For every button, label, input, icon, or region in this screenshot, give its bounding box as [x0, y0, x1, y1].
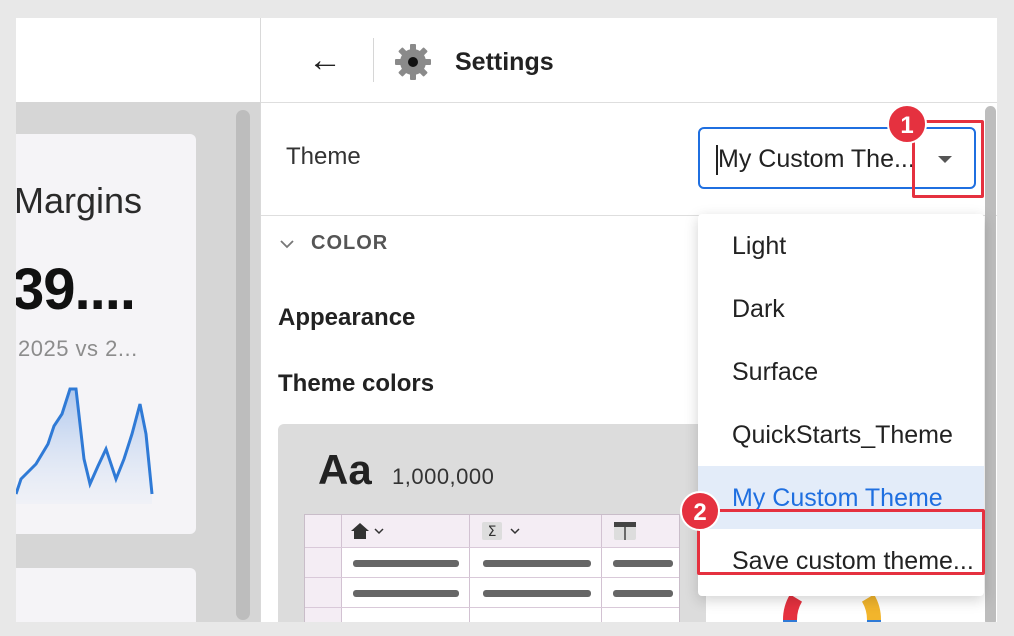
callout-badge-1: 1: [887, 104, 927, 144]
dashboard-canvas: Margins 39.... 2025 vs 2...: [16, 102, 260, 622]
theme-option-light[interactable]: Light: [698, 214, 984, 277]
appearance-label: Appearance: [278, 304, 416, 331]
settings-scrollbar[interactable]: [985, 106, 996, 622]
kpi-comparison: 2025 vs 2...: [18, 336, 138, 361]
preview-font-sample: Aa: [318, 446, 372, 493]
preview-cell-bar: [353, 590, 459, 597]
svg-text:Σ: Σ: [488, 524, 497, 540]
kpi-card[interactable]: Margins 39.... 2025 vs 2...: [16, 134, 196, 534]
settings-header: ← Settings: [261, 18, 997, 103]
table-icon: [614, 522, 636, 540]
kpi-title: Margins: [16, 180, 143, 221]
app-window: Margins 39.... 2025 vs 2... ← Settings T…: [16, 18, 997, 622]
header-separator: [373, 38, 374, 82]
chevron-down-icon[interactable]: [279, 236, 295, 252]
workbook-toolbar: [16, 18, 260, 103]
callout-highlight-save-theme: [697, 509, 985, 575]
option-label: Light: [732, 232, 787, 260]
preview-cell-bar: [613, 590, 673, 597]
preview-number-sample: 1,000,000: [392, 464, 495, 489]
option-label: Dark: [732, 295, 785, 323]
callout-badge-2: 2: [680, 491, 720, 531]
preview-table-row: [305, 607, 679, 622]
option-label: Surface: [732, 358, 819, 386]
back-arrow-icon[interactable]: ←: [305, 40, 345, 80]
home-icon: [351, 523, 384, 539]
page-title: Settings: [455, 48, 554, 76]
gear-icon: [395, 44, 431, 80]
preview-cell-bar: [353, 560, 459, 567]
theme-label: Theme: [286, 143, 361, 170]
option-label: QuickStarts_Theme: [732, 421, 953, 449]
color-section-header[interactable]: COLOR: [311, 232, 388, 255]
kpi-value: 39....: [16, 257, 136, 322]
preview-cell-bar: [483, 590, 591, 597]
dashboard-scrollbar[interactable]: [236, 110, 250, 620]
theme-option-quickstarts[interactable]: QuickStarts_Theme: [698, 403, 984, 466]
preview-cell-bar: [613, 560, 673, 567]
preview-table: Σ: [304, 514, 680, 622]
theme-colors-label: Theme colors: [278, 370, 435, 397]
kpi-sparkline: [16, 387, 154, 504]
sum-icon: Σ: [482, 522, 520, 540]
theme-select-value: My Custom The...: [718, 145, 915, 173]
preview-cell-bar: [483, 560, 591, 567]
theme-option-dark[interactable]: Dark: [698, 277, 984, 340]
kpi-card-secondary[interactable]: [16, 568, 196, 622]
theme-option-surface[interactable]: Surface: [698, 340, 984, 403]
